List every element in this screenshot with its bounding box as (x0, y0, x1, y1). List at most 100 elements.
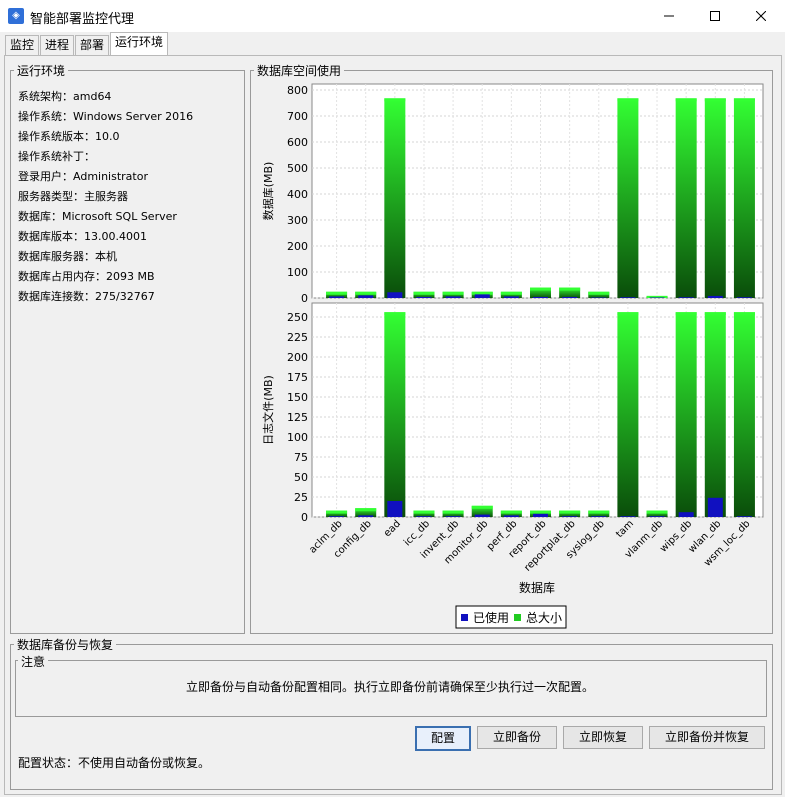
env-info-line: 系统架构：amd64 (18, 90, 112, 103)
bar-total-cap (500, 291, 522, 295)
bar-total-cap (617, 98, 639, 102)
maximize-button[interactable] (692, 0, 738, 32)
bar-total (675, 312, 697, 517)
bar-used (329, 516, 345, 517)
x-axis-label: 数据库 (519, 580, 555, 595)
y-tick-label: 500 (287, 162, 308, 175)
bar-used (736, 516, 752, 517)
bar-total-cap (559, 287, 581, 291)
bar-total-cap (471, 505, 493, 509)
env-info-line: 操作系统版本：10.0 (18, 130, 120, 143)
tab-monitor[interactable]: 监控 (5, 35, 39, 56)
bar-total-cap (500, 510, 522, 514)
bar-total-cap (733, 312, 755, 316)
y-tick-label: 175 (287, 371, 308, 384)
bar-used (358, 295, 374, 298)
bar-total-cap (442, 510, 464, 514)
x-tick-label: ead (382, 518, 403, 539)
bar-used (387, 292, 403, 298)
config-button[interactable]: 配置 (415, 726, 471, 751)
y-tick-label: 300 (287, 214, 308, 227)
bar-total-cap (675, 98, 697, 102)
bar-total (384, 312, 406, 517)
bar-used (707, 497, 723, 517)
db-usage-chart: 0 100 200 300 400 500 600 700 800 0 25 50 75 100 125 15… (261, 83, 764, 629)
legend-total-label: 总大小 (526, 611, 562, 625)
bar-total (617, 312, 639, 517)
y-tick-label: 200 (287, 351, 308, 364)
bar-total-cap (704, 312, 726, 316)
bar-used (329, 296, 345, 298)
y-tick-label: 50 (294, 471, 308, 484)
bar-used (474, 294, 490, 298)
bar-total (733, 98, 755, 298)
env-info-line: 数据库：Microsoft SQL Server (18, 210, 177, 223)
bar-total-cap (530, 287, 551, 291)
bar-total-cap (413, 291, 435, 295)
log-y-axis-label: 日志文件(MB) (261, 375, 275, 445)
bar-used (562, 296, 578, 298)
y-tick-label: 0 (301, 292, 308, 305)
y-tick-label: 600 (287, 136, 308, 149)
bar-total (733, 312, 755, 517)
bar-used (707, 295, 723, 298)
x-tick-label: reportplat_db (522, 518, 577, 573)
bar-total-cap (384, 312, 406, 316)
bar-total (675, 98, 697, 298)
close-button[interactable] (738, 0, 784, 32)
window-title: 智能部署监控代理 (30, 12, 135, 27)
minimize-icon (664, 15, 674, 17)
bar-used (503, 515, 519, 517)
bar-used (445, 296, 461, 298)
y-tick-label: 0 (301, 511, 308, 524)
bar-total-cap (617, 312, 639, 316)
bar-total-cap (733, 98, 755, 102)
bar-total (384, 98, 406, 298)
bar-used (387, 501, 403, 517)
bar-used (416, 296, 432, 298)
y-tick-label: 100 (287, 431, 308, 444)
bar-used (591, 297, 607, 298)
bar-used (474, 514, 490, 517)
tab-deploy[interactable]: 部署 (75, 35, 109, 56)
env-info-line: 操作系统补丁： (18, 150, 95, 163)
env-info-line: 数据库服务器：本机 (18, 250, 117, 263)
notice-text: 立即备份与自动备份配置相同。执行立即备份前请确保至少执行过一次配置。 (185, 680, 594, 694)
app-icon: ◈ (8, 8, 24, 24)
bar-used (445, 516, 461, 517)
y-tick-label: 225 (287, 331, 308, 344)
bar-used (591, 516, 607, 517)
y-tick-label: 25 (294, 491, 308, 504)
env-info-line: 登录用户：Administrator (18, 170, 148, 183)
env-info-line: 数据库连接数：275/32767 (18, 290, 155, 303)
bar-total-cap (646, 510, 668, 514)
minimize-button[interactable] (646, 0, 692, 32)
bar-total-cap (384, 98, 406, 102)
bar-used (620, 297, 636, 298)
bar-total-cap (413, 510, 435, 514)
bar-total (704, 312, 726, 517)
env-info-line: 操作系统：Windows Server 2016 (18, 110, 194, 123)
env-info-line: 数据库版本：13.00.4001 (18, 230, 147, 243)
tab-runtime-env[interactable]: 运行环境 (110, 32, 168, 56)
backup-now-button[interactable]: 立即备份 (477, 726, 557, 749)
bar-total-cap (355, 508, 377, 512)
bar-total-cap (530, 510, 551, 514)
env-panel-title: 运行环境 (14, 62, 69, 79)
backup-and-restore-button[interactable]: 立即备份并恢复 (649, 726, 765, 749)
bar-used (562, 516, 578, 517)
backup-status: 配置状态：不使用自动备份或恢复。 (18, 756, 211, 770)
title-bar: ◈ 智能部署监控代理 (0, 0, 785, 32)
bar-used (533, 296, 548, 298)
backup-panel-title: 数据库备份与恢复 (14, 636, 117, 653)
bar-total-cap (355, 291, 377, 295)
restore-now-button[interactable]: 立即恢复 (563, 726, 643, 749)
y-tick-label: 700 (287, 110, 308, 123)
y-tick-label: 800 (287, 84, 308, 97)
bar-used (678, 297, 694, 298)
bar-total-cap (442, 291, 464, 295)
y-tick-label: 400 (287, 188, 308, 201)
tab-process[interactable]: 进程 (40, 35, 74, 56)
env-info-line: 数据库占用内存：2093 MB (18, 270, 155, 283)
db-y-axis-label: 数据库(MB) (261, 162, 275, 221)
